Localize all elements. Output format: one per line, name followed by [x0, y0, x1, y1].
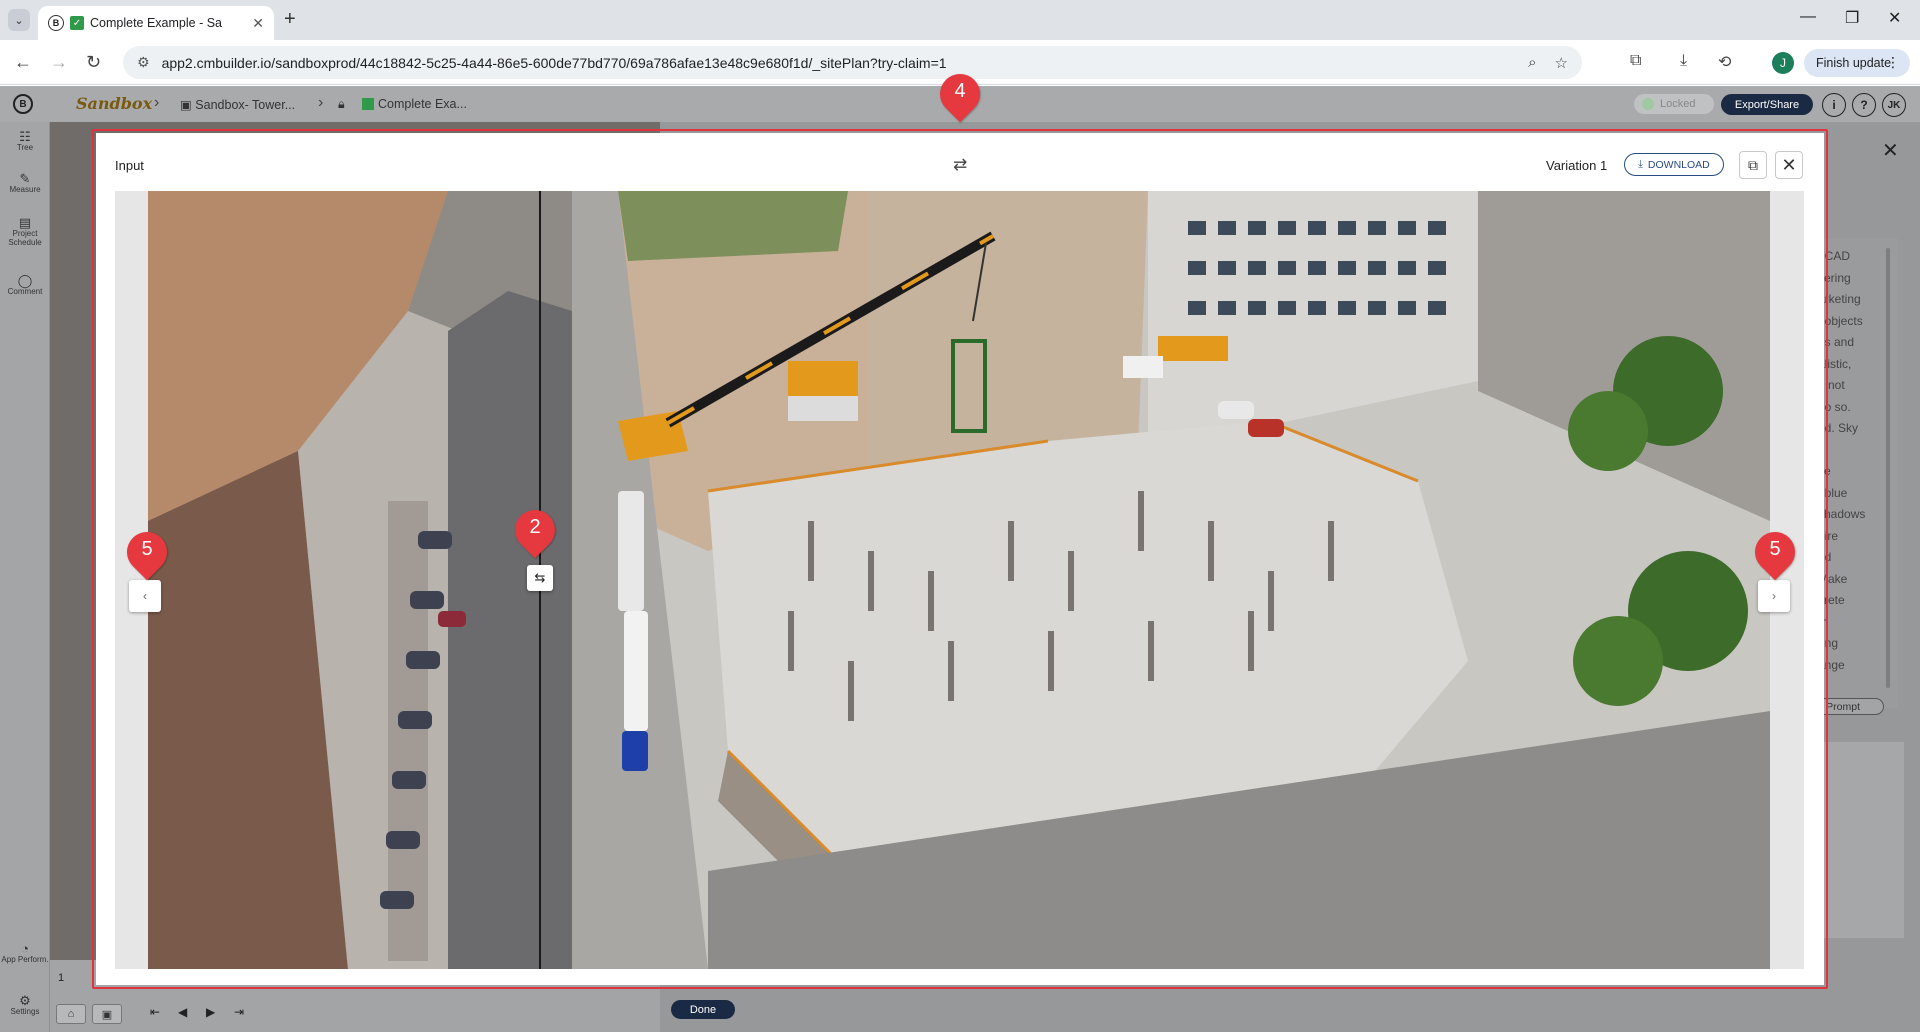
sidebar-item-settings[interactable]: ⚙ Settings [0, 993, 50, 1016]
tab-search-button[interactable]: ⌄ [8, 9, 30, 31]
cmbuilder-favicon-icon: B [48, 15, 64, 31]
history-icon[interactable]: ⟲ [1718, 52, 1731, 72]
url-omnibox[interactable]: ⚙ app2.cmbuilder.io/sandboxprod/44c18842… [123, 46, 1582, 79]
sidebar-item-tree[interactable]: ☷ Tree [0, 129, 50, 152]
chevron-right-icon: › [154, 94, 160, 111]
input-label: Input [115, 158, 144, 173]
skip-end-icon[interactable]: ⇥ [234, 1005, 244, 1019]
check-favicon-icon: ✓ [70, 16, 84, 30]
breadcrumb-scene[interactable]: Complete Exa... [362, 97, 467, 111]
view-mode-video-button[interactable]: ▣ [92, 1004, 122, 1024]
settings-icon: ⚙ [19, 993, 31, 1008]
profile-avatar[interactable]: J [1772, 52, 1794, 74]
panel-close-icon[interactable]: ✕ [1882, 138, 1899, 163]
zoom-icon[interactable]: ⌕ [1528, 54, 1536, 71]
modal-close-icon[interactable]: ✕ [1775, 151, 1803, 179]
browser-tab[interactable]: B ✓ Complete Example - Sa ✕ [38, 6, 274, 40]
measure-icon: ✎ [19, 171, 31, 186]
breadcrumb-scene-label: Complete Exa... [378, 97, 467, 111]
app-performance-icon: ◔ [21, 941, 29, 956]
check-icon [362, 98, 374, 110]
sidebar-label: Measure [9, 185, 41, 194]
breadcrumb-project[interactable]: ▣ Sandbox- Tower... [180, 97, 295, 112]
locked-label: Locked [1660, 98, 1696, 110]
image-compare-modal: Input ⇄ Variation 1 ⤓ DOWNLOAD ⧉ ✕ ⇆ ‹ › [96, 133, 1824, 985]
download-label: DOWNLOAD [1647, 158, 1710, 171]
minimize-icon[interactable]: — [1800, 8, 1816, 26]
download-icon: ⤓ [1638, 158, 1643, 170]
next-variation-icon[interactable]: › [1758, 580, 1790, 612]
construction-render-image[interactable] [148, 191, 1770, 969]
reload-icon[interactable]: ↻ [86, 52, 101, 73]
sidebar-item-app-performance[interactable]: ◔ App Perform. [0, 941, 50, 964]
swap-arrows-icon[interactable]: ⇄ [953, 155, 967, 175]
export-share-button[interactable]: Export/Share [1721, 94, 1813, 115]
download-button[interactable]: ⤓ DOWNLOAD [1624, 153, 1724, 176]
done-button[interactable]: Done [671, 1000, 735, 1019]
step-back-icon[interactable]: ◀ [178, 1005, 187, 1019]
variation-label: Variation 1 [1546, 158, 1608, 173]
construction-site-illustration [148, 191, 1770, 969]
play-icon[interactable]: ▶ [206, 1005, 215, 1019]
sidebar-label: Tree [16, 143, 34, 152]
back-icon[interactable]: ← [14, 52, 32, 73]
compare-slider-handle-icon[interactable]: ⇆ [527, 565, 553, 591]
restore-icon[interactable]: ❐ [1845, 8, 1859, 28]
marker-number: 5 [1769, 538, 1781, 560]
timeline-frame-number: 1 [58, 972, 65, 984]
finish-update-button[interactable]: Finish update ⋮ [1804, 49, 1910, 77]
more-menu-icon[interactable]: ⋮ [1886, 54, 1900, 71]
marker-number: 5 [141, 538, 153, 560]
forward-icon[interactable]: → [50, 52, 68, 73]
skip-start-icon[interactable]: ⇤ [150, 1005, 160, 1019]
marker-number: 4 [954, 80, 966, 102]
prompt-scrollbar[interactable] [1886, 248, 1890, 688]
site-settings-icon[interactable]: ⚙ [137, 54, 150, 71]
sidebar-item-schedule[interactable]: ▤ Project Schedule [0, 215, 50, 247]
sidebar-label: Settings [10, 1007, 40, 1016]
lock-icon: 🔒︎ [338, 97, 345, 111]
sidebar-label: Comment [7, 287, 43, 296]
annotation-marker-5-left: 5 [118, 523, 176, 581]
marker-number: 2 [529, 516, 541, 538]
user-avatar[interactable]: JK [1882, 93, 1906, 117]
view-mode-3d-button[interactable]: ⌂ [56, 1004, 86, 1024]
close-tab-icon[interactable]: ✕ [252, 15, 264, 32]
locked-toggle[interactable]: Locked [1634, 94, 1714, 114]
tree-icon: ☷ [19, 129, 31, 144]
sidebar-label: Project Schedule [8, 229, 42, 247]
browser-tab-bar: ⌄ B ✓ Complete Example - Sa ✕ + — ❐ ✕ [0, 0, 1920, 40]
annotation-marker-4: 4 [931, 65, 989, 123]
bookmark-star-icon[interactable]: ☆ [1555, 54, 1568, 72]
window-close-icon[interactable]: ✕ [1888, 8, 1901, 28]
toggle-knob-icon [1642, 98, 1654, 110]
export-image-icon[interactable]: ⧉ [1739, 151, 1767, 179]
help-icon[interactable]: ? [1852, 93, 1876, 117]
url-text[interactable]: app2.cmbuilder.io/sandboxprod/44c18842-5… [162, 55, 1511, 71]
sandbox-logo: Sandbox [76, 94, 153, 113]
breadcrumb-project-label: Sandbox- Tower... [195, 98, 296, 112]
new-tab-icon[interactable]: + [284, 8, 296, 31]
downloads-icon[interactable]: ⤓ [1680, 52, 1687, 70]
compare-image-area: ⇆ ‹ › [115, 191, 1804, 969]
tab-title: Complete Example - Sa [90, 16, 223, 30]
finish-update-label: Finish update [1816, 56, 1892, 70]
comment-icon: ◯ [17, 273, 33, 288]
schedule-icon: ▤ [18, 215, 32, 230]
sidebar-item-measure[interactable]: ✎ Measure [0, 171, 50, 194]
sidebar-label: App Perform. [1, 955, 49, 964]
previous-variation-icon[interactable]: ‹ [129, 580, 161, 612]
annotation-marker-2: 2 [506, 501, 564, 559]
chevron-right-icon: › [318, 94, 324, 111]
extensions-icon[interactable]: ⧉ [1630, 52, 1641, 70]
sidebar-item-comment[interactable]: ◯ Comment [0, 273, 50, 296]
annotation-marker-5-right: 5 [1746, 523, 1804, 581]
app-sidebar: ☷ Tree ✎ Measure ▤ Project Schedule ◯ Commen… [0, 122, 50, 1032]
info-icon[interactable]: i [1822, 93, 1846, 117]
app-logo-icon[interactable]: B [13, 94, 33, 114]
